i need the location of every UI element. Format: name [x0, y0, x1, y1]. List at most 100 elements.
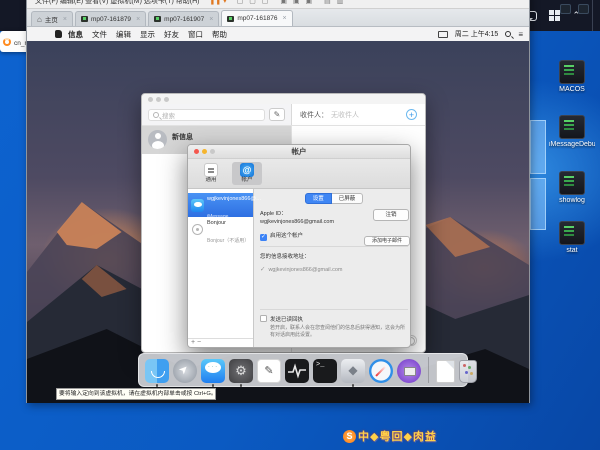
macos-screen: 信息 文件 编辑 显示 好友 窗口 帮助 周二 上午4:15 ≡	[27, 27, 529, 403]
close-icon[interactable]	[148, 97, 153, 102]
messages-search-area: 搜索 ✎	[142, 104, 292, 125]
desktop-icon-macos[interactable]: MACOS	[549, 60, 595, 94]
read-receipts-label: 发送已读回执	[270, 317, 303, 323]
tab-general[interactable]: 通用	[196, 162, 226, 185]
menu-buddies[interactable]: 好友	[164, 29, 179, 40]
menu-view[interactable]: 显示	[140, 29, 155, 40]
to-placeholder: 无收件人	[331, 110, 359, 120]
app-shortcut-icon	[559, 171, 585, 195]
desktop-icon-label: MACOS	[549, 86, 595, 94]
terminal-icon[interactable]: >_	[313, 359, 337, 383]
desktop-icon-showlog[interactable]: showlog	[549, 171, 595, 205]
account-settings-pane: 设置 已屏蔽 Apple ID：wgjkevinjones866@gmail.c…	[254, 189, 411, 347]
activity-monitor-icon[interactable]	[285, 359, 309, 383]
search-icon	[153, 112, 159, 118]
desktop-icon-imessagedebug[interactable]: iMessageDebug	[549, 115, 595, 149]
read-receipts-description: 若开启，联系人会在您查阅他们的信息后获得通知，这会为所有对话启用此设置。	[270, 325, 408, 339]
safari-icon[interactable]	[369, 359, 393, 383]
messages-titlebar[interactable]	[142, 94, 425, 104]
document-icon[interactable]	[436, 360, 455, 383]
xcode-icon[interactable]: ◆	[341, 359, 365, 383]
reachable-label: 您的信息接收地址：	[260, 254, 310, 260]
trash-icon[interactable]	[459, 360, 477, 383]
app-shortcut-icon	[559, 221, 585, 245]
textedit-icon[interactable]: ✎	[257, 359, 281, 383]
taskbar-grid-icon[interactable]	[549, 10, 560, 21]
prefs-titlebar[interactable]: 帐户	[188, 145, 410, 159]
launchpad-icon[interactable]	[173, 359, 197, 383]
running-dot	[212, 384, 215, 387]
tab-home[interactable]: ⌂ 主页 ×	[31, 11, 73, 26]
zoom-icon[interactable]	[164, 97, 169, 102]
vmware-input-hint: 要将输入定向到该虚拟机，请在虚拟机内部单击或按 Ctrl+G。	[56, 388, 216, 400]
running-dot	[156, 384, 159, 387]
at-icon: @	[240, 163, 254, 177]
close-icon[interactable]: ×	[136, 16, 140, 23]
apple-menu-icon[interactable]	[55, 30, 62, 38]
tab-mp07-161876-active[interactable]: mp07-161876 ×	[221, 10, 292, 26]
macos-menubar: 信息 文件 编辑 显示 好友 窗口 帮助 周二 上午4:15 ≡	[27, 27, 529, 41]
tab-accounts[interactable]: @ 帐户	[232, 162, 262, 185]
add-remove-account-buttons[interactable]: + −	[188, 338, 253, 347]
close-icon[interactable]: ×	[63, 16, 67, 23]
search-placeholder: 搜索	[162, 110, 175, 120]
running-dot	[352, 384, 355, 387]
prefs-toolbar: 通用 @ 帐户	[188, 159, 410, 189]
panel-icons[interactable]: ▤ ▥	[324, 0, 345, 5]
menu-file[interactable]: 文件	[92, 29, 107, 40]
read-receipts-row[interactable]: 发送已读回执	[260, 315, 408, 323]
display-grid-icon[interactable]: ▢ ▢ ▢	[237, 0, 271, 5]
vmware-tab-bar: ⌂ 主页 × mp07-161879 × mp07-161907 × mp07-…	[27, 9, 529, 27]
avatar	[148, 130, 167, 149]
system-preferences-icon[interactable]: ⚙	[229, 359, 253, 383]
menu-help[interactable]: 帮助	[212, 29, 227, 40]
tab-label: 主页	[45, 14, 58, 24]
show-desktop-button[interactable]	[592, 0, 594, 31]
app-shortcut-icon	[559, 60, 585, 84]
email-address: wgjkevinjones866@gmail.com	[268, 267, 342, 273]
spotlight-icon[interactable]	[505, 31, 511, 37]
tab-label: mp07-161907	[164, 16, 204, 23]
menu-edit[interactable]: 编辑	[116, 29, 131, 40]
minimize-icon[interactable]	[156, 97, 161, 102]
messages-dock-icon[interactable]	[201, 359, 225, 383]
compose-button[interactable]: ✎	[269, 108, 285, 121]
tab-label: 通用	[196, 177, 226, 184]
search-input[interactable]: 搜索	[148, 109, 265, 121]
desktop-icon-stat[interactable]: stat	[549, 221, 595, 255]
add-email-button[interactable]: 添加电子邮件	[364, 236, 410, 246]
segment-blocked[interactable]: 已屏蔽	[332, 193, 364, 204]
close-icon[interactable]: ×	[283, 15, 287, 22]
snapshot-icon[interactable]: ▣ ▣ ▣	[280, 0, 314, 5]
checkbox-checked[interactable]: ✓	[260, 234, 267, 241]
add-contact-button[interactable]: +	[406, 109, 417, 120]
tab-mp07-161879[interactable]: mp07-161879 ×	[75, 11, 146, 26]
menubar-clock[interactable]: 周二 上午4:15	[455, 29, 499, 39]
desktop-icon-label: stat	[549, 247, 595, 255]
prefs-body: wgjkevinjones866@… iMessage Bonjour Bonj…	[188, 189, 410, 347]
menu-app[interactable]: 信息	[68, 29, 83, 40]
sign-out-button[interactable]: 注销	[373, 209, 409, 221]
close-icon[interactable]: ×	[209, 16, 213, 23]
accounts-sidebar: wgjkevinjones866@… iMessage Bonjour Bonj…	[188, 189, 254, 347]
display-icon[interactable]	[438, 31, 448, 38]
to-label: 收件人：	[300, 110, 328, 120]
notification-center-icon[interactable]: ≡	[518, 30, 523, 39]
desktop-icon-small[interactable]	[560, 4, 571, 14]
desktop-icon-small-group[interactable]	[560, 4, 589, 14]
checkbox-unchecked[interactable]	[260, 315, 267, 322]
finder-icon[interactable]	[145, 359, 169, 383]
segment-settings[interactable]: 设置	[305, 193, 332, 204]
menu-window[interactable]: 窗口	[188, 29, 203, 40]
tab-label: 帐户	[232, 177, 262, 184]
screen-sharing-icon[interactable]	[397, 359, 421, 383]
vmware-menus[interactable]: 文件(F) 编辑(E) 查看(V) 虚拟机(M) 选项卡(T) 帮助(H)	[35, 0, 199, 6]
to-field[interactable]: 收件人： 无收件人 +	[292, 104, 425, 125]
messages-toolbar: 搜索 ✎ 收件人： 无收件人 +	[142, 104, 425, 126]
imessage-icon	[191, 199, 204, 212]
tab-mp07-161907[interactable]: mp07-161907 ×	[148, 11, 219, 26]
conversation-title: 新信息	[172, 132, 193, 142]
account-item-bonjour[interactable]: Bonjour Bonjour（不适用）	[188, 217, 253, 241]
pause-icon[interactable]: ❚❚ ▾	[209, 0, 226, 5]
desktop-icon-small[interactable]	[578, 4, 589, 14]
